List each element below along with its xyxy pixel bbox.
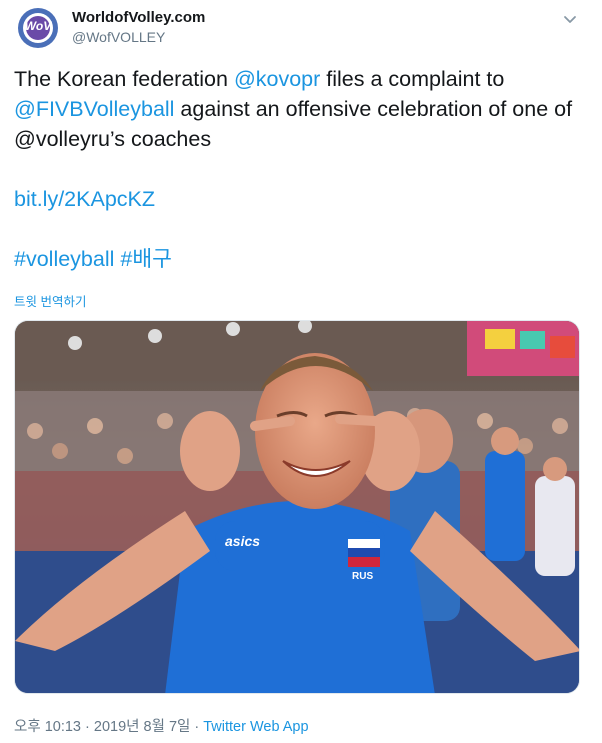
translate-tweet-link[interactable]: 트윗 번역하기 <box>14 291 86 310</box>
account-handle[interactable]: @WofVOLLEY <box>72 29 165 45</box>
chevron-down-icon[interactable] <box>560 10 580 30</box>
tweet-time[interactable]: 오후 10:13 <box>14 719 81 735</box>
tweet-meta: 오후 10:13 · 2019년 8월 7일 · Twitter Web App <box>14 715 309 736</box>
mention-kovopr[interactable]: @kovopr <box>234 67 320 91</box>
meta-separator: · <box>81 719 94 735</box>
avatar[interactable]: WoV <box>18 8 58 48</box>
tweet-text-part: files a complaint to <box>320 67 505 91</box>
tweet-source[interactable]: Twitter Web App <box>203 719 308 735</box>
meta-separator: · <box>190 719 204 735</box>
hashtag-korean[interactable]: #배구 <box>120 247 172 271</box>
tweet-date[interactable]: 2019년 8월 7일 <box>94 719 190 735</box>
avatar-logo: WoV <box>24 19 52 33</box>
mention-fivb[interactable]: @FIVBVolleyball <box>14 97 174 121</box>
account-name[interactable]: WorldofVolley.com <box>72 9 205 26</box>
hashtag-volleyball[interactable]: #volleyball <box>14 247 114 271</box>
tweet-url-link[interactable]: bit.ly/2KApcKZ <box>14 187 155 211</box>
flag-badge-text: RUS <box>352 571 373 582</box>
shirt-logo: asics <box>225 533 260 549</box>
tweet-text: The Korean federation @kovopr files a co… <box>14 64 589 274</box>
tweet-photo[interactable]: asics RUS <box>14 320 580 694</box>
photo-scene: asics RUS <box>15 321 579 693</box>
tweet-header: WoV WorldofVolley.com @WofVOLLEY <box>14 6 590 52</box>
tweet-body: The Korean federation @kovopr files a co… <box>14 64 589 154</box>
tweet-text-part: The Korean federation <box>14 67 234 91</box>
